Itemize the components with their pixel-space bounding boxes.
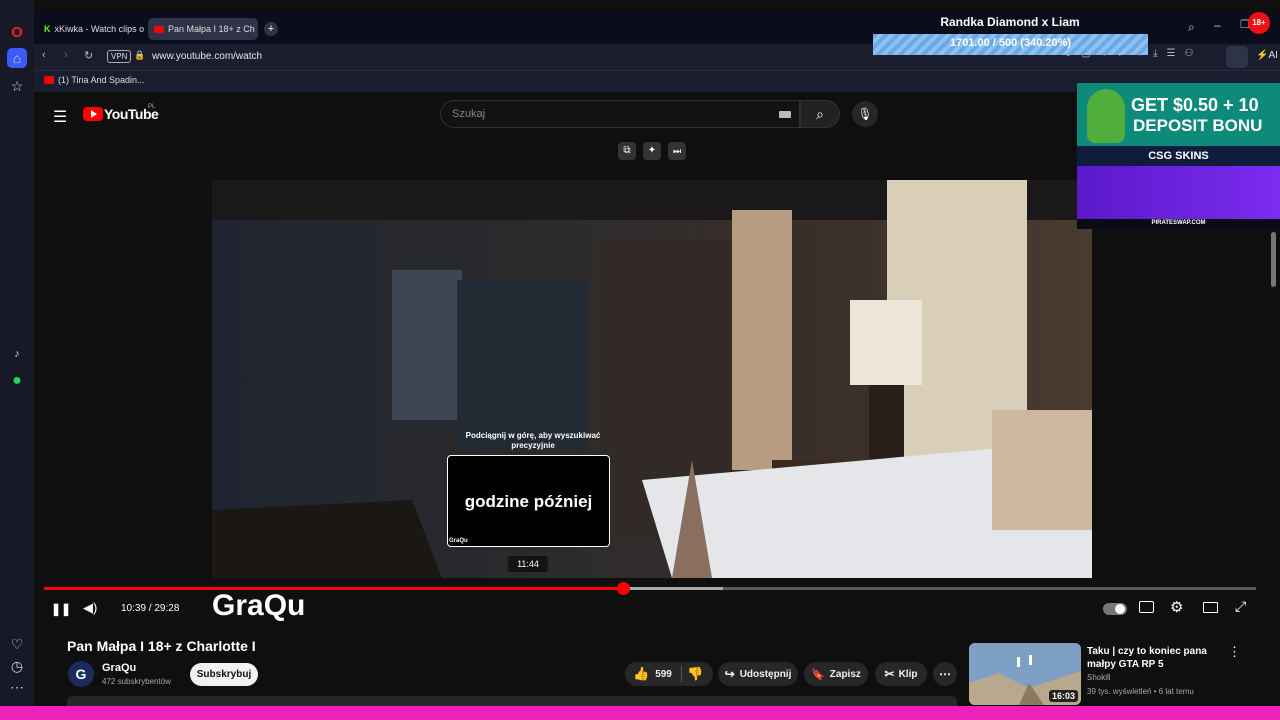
opera-logo-icon[interactable]: O: [7, 22, 27, 42]
tab-kiwka[interactable]: K xKiwka - Watch clips on K: [38, 18, 144, 40]
clip-button[interactable]: ✂ Klip: [875, 662, 927, 686]
keyboard-icon[interactable]: [779, 111, 791, 118]
ad-url: PIRATESWAP.COM: [1151, 220, 1206, 226]
rec-duration: 16:03: [1048, 690, 1078, 702]
new-tab-button[interactable]: +: [264, 22, 278, 36]
youtube-favicon-icon: [44, 76, 54, 84]
toggle-knob: [1115, 604, 1125, 614]
pip-icon[interactable]: ⧉: [618, 142, 636, 160]
goal-title: Randka Diamond x Liam: [940, 15, 1080, 29]
share-icon: ↪: [724, 667, 735, 681]
ad-banner[interactable]: GET $0.50 + 10 DEPOSIT BONU CSG SKINS PI…: [1077, 83, 1280, 229]
rec-meta: 39 tys. wyświetleń • 6 lat temu: [1087, 687, 1194, 696]
kick-icon: K: [44, 24, 51, 34]
rec-title[interactable]: Taku | czy to koniec pana małpy GTA RP 5: [1087, 645, 1227, 671]
video-title: Pan Małpa I 18+ z Charlotte I: [67, 638, 256, 654]
share-label: Udostępnij: [739, 668, 792, 680]
forward-icon[interactable]: ›: [64, 49, 68, 61]
age-badge: 18+: [1248, 12, 1270, 34]
pause-button[interactable]: ❚❚: [51, 602, 71, 616]
share-button[interactable]: ↪ Udostępnij: [718, 662, 798, 686]
more-actions-button[interactable]: ⋯: [933, 662, 957, 686]
tab-label: xKiwka - Watch clips on K: [54, 24, 145, 34]
autoplay-toggle[interactable]: [1103, 603, 1127, 615]
channel-avatar[interactable]: G: [68, 661, 94, 687]
like-dislike-group: 👍 599 👎: [625, 662, 713, 686]
youtube-favicon-icon: [154, 25, 164, 33]
subscribe-button[interactable]: Subskrybuj: [190, 663, 258, 686]
divider: [681, 666, 682, 682]
heart-icon[interactable]: ♡: [7, 634, 27, 654]
video-frame: [212, 180, 1092, 578]
star-icon[interactable]: ☆: [7, 76, 27, 96]
tab-label: Pan Małpa I 18+ z Ch: [168, 24, 255, 34]
vpn-badge[interactable]: VPN: [107, 50, 132, 63]
subscriber-count: 472 subskrybentów: [102, 677, 171, 686]
taskbar: [0, 706, 1280, 720]
home-icon[interactable]: ⌂: [7, 48, 27, 68]
ad-mascot-icon: [1087, 89, 1125, 143]
channel-name[interactable]: GraQu: [102, 662, 136, 674]
preview-text: godzine później: [464, 492, 593, 511]
history-icon[interactable]: ◷: [7, 656, 27, 676]
search-button[interactable]: ⌕: [800, 100, 840, 128]
ai-label: AI: [1268, 50, 1278, 61]
settings-icon[interactable]: ⚙: [1170, 598, 1183, 616]
scissors-icon: ✂: [884, 667, 895, 681]
volume-icon[interactable]: ◀): [83, 600, 97, 616]
ad-purple: [1077, 166, 1280, 219]
menu-icon[interactable]: ☰: [53, 107, 67, 127]
scrollbar[interactable]: [1271, 232, 1276, 287]
rec-channel[interactable]: Shokill: [1087, 673, 1111, 682]
mic-icon[interactable]: 🎙: [852, 101, 878, 127]
region-code: PL: [148, 104, 156, 110]
browser-sidebar: O ⌂ ☆ ♪ ● ♡ ◷ ⋯: [0, 0, 34, 706]
subtitles-icon[interactable]: [1139, 601, 1154, 613]
lock-icon: 🔒: [134, 50, 146, 60]
rec-menu-icon[interactable]: ⋮: [1228, 644, 1241, 660]
preview-time: 11:44: [508, 556, 548, 572]
more-icon[interactable]: ⋯: [7, 677, 27, 697]
search-tabs-icon[interactable]: ⌕: [1188, 20, 1195, 35]
time-display: 10:39 / 29:28: [121, 603, 180, 614]
ad-line1: GET $0.50 + 10: [1131, 95, 1259, 115]
search-box[interactable]: Szukaj: [440, 100, 800, 128]
video-overlay-name: GraQu: [212, 589, 306, 622]
scrub-preview: godzine później GraQu: [447, 455, 610, 547]
goal-progress-text: 1701.00 / 500 (340.20%): [949, 37, 1072, 49]
skip-icon[interactable]: ⏭: [668, 142, 686, 160]
ai-button[interactable]: ⚡AI: [1256, 50, 1278, 61]
url-field[interactable]: www.youtube.com/watch: [152, 51, 262, 62]
progress-played: [44, 587, 624, 590]
reload-icon[interactable]: ↻: [84, 49, 93, 62]
ad-line2: DEPOSIT BONU: [1133, 116, 1263, 135]
fullscreen-icon[interactable]: ⤢: [1235, 598, 1246, 615]
video-player[interactable]: [212, 180, 1092, 578]
extension-icon[interactable]: [1226, 46, 1248, 68]
sparkle-icon[interactable]: ✦: [643, 142, 661, 160]
spotify-icon[interactable]: ●: [7, 371, 27, 391]
minimize-button[interactable]: –: [1214, 18, 1221, 32]
tab-youtube[interactable]: Pan Małpa I 18+ z Ch: [148, 18, 258, 40]
search-placeholder: Szukaj: [452, 108, 486, 120]
preview-watermark: GraQu: [449, 538, 468, 544]
rec-thumbnail[interactable]: 16:03: [969, 643, 1081, 705]
save-label: Zapisz: [829, 668, 861, 680]
bookmark-icon: 🔖: [811, 668, 825, 681]
clip-label: Klip: [898, 668, 918, 680]
youtube-logo-icon[interactable]: [83, 107, 103, 121]
theater-icon[interactable]: [1203, 602, 1218, 613]
play-triangle: [91, 110, 97, 118]
description-box[interactable]: [67, 696, 957, 706]
back-icon[interactable]: ‹: [42, 49, 46, 61]
ad-brand: CSG SKINS: [1148, 150, 1209, 162]
like-icon[interactable]: 👍: [633, 666, 649, 682]
bookmark-item[interactable]: (1) Tina And Spadin...: [58, 75, 145, 85]
save-button[interactable]: 🔖 Zapisz: [804, 662, 868, 686]
scrub-hint: Podciągnij w górę, aby wyszukiwać precyz…: [465, 431, 601, 450]
dislike-icon[interactable]: 👎: [687, 666, 703, 682]
goal-bar: 1701.00 / 500 (340.20%): [873, 34, 1148, 55]
like-count[interactable]: 599: [655, 669, 672, 680]
tiktok-icon[interactable]: ♪: [7, 344, 27, 364]
